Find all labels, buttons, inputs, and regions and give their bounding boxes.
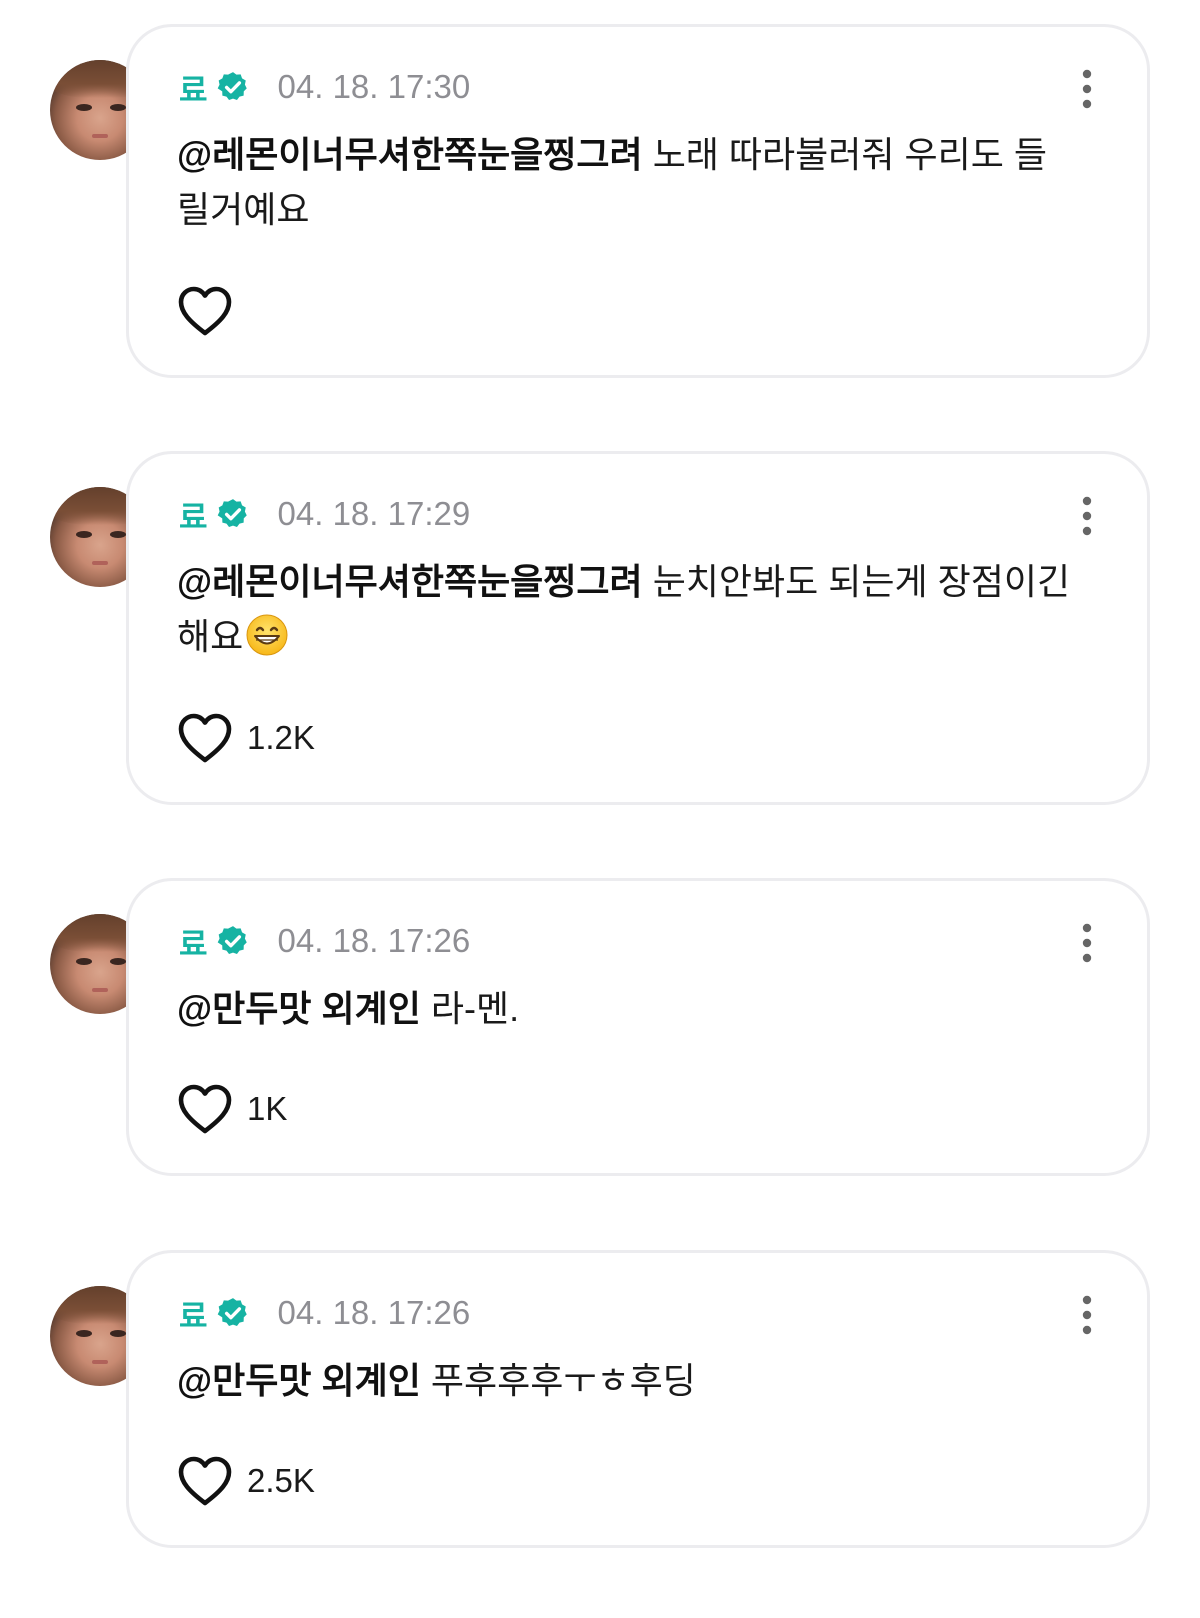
comment-item: 료 04. 18. 17:30 @레몬이너무셔한쪽눈을찡그려 노래 따라불러줘 … [0, 24, 1200, 378]
heart-outline-icon[interactable] [177, 285, 233, 337]
comment-card: 료 04. 18. 17:30 @레몬이너무셔한쪽눈을찡그려 노래 따라불러줘 … [126, 24, 1150, 378]
verified-badge-icon [217, 499, 247, 528]
timestamp: 04. 18. 17:30 [277, 68, 471, 105]
comment-card: 료 04. 18. 17:26 @만두맛 외계인 라-멘. 1K [126, 878, 1150, 1176]
mention-link[interactable]: @만두맛 외계인 [177, 988, 421, 1029]
like-row: 1K [177, 1083, 287, 1135]
comment-text: @레몬이너무셔한쪽눈을찡그려 노래 따라불러줘 우리도 들릴거예요 [177, 127, 1077, 237]
more-vertical-icon[interactable] [1081, 923, 1093, 963]
verified-badge-icon [217, 72, 247, 101]
grinning-face-emoji [246, 614, 288, 656]
heart-outline-icon[interactable] [177, 1083, 233, 1135]
username[interactable]: 료 [179, 1291, 208, 1336]
comment-header: 료 04. 18. 17:26 [179, 915, 470, 967]
like-row: 1.2K [177, 712, 315, 764]
username[interactable]: 료 [179, 65, 208, 110]
mention-link[interactable]: @레몬이너무셔한쪽눈을찡그려 [177, 134, 643, 175]
like-row: 2.5K [177, 1455, 315, 1507]
mention-link[interactable]: @만두맛 외계인 [177, 1360, 421, 1401]
more-vertical-icon[interactable] [1081, 69, 1093, 109]
comment-message: 라-멘. [430, 988, 520, 1029]
timestamp: 04. 18. 17:26 [277, 922, 471, 959]
mention-link[interactable]: @레몬이너무셔한쪽눈을찡그려 [177, 561, 643, 602]
comment-header: 료 04. 18. 17:26 [179, 1287, 470, 1339]
comment-item: 료 04. 18. 17:29 @레몬이너무셔한쪽눈을찡그려 눈치안봐도 되는게… [0, 451, 1200, 805]
comment-text: @만두맛 외계인 푸후후후ㅜㅎ후딩 [177, 1353, 1077, 1408]
like-count: 1.2K [247, 719, 315, 756]
more-vertical-icon[interactable] [1081, 496, 1093, 536]
username[interactable]: 료 [179, 492, 208, 537]
comment-card: 료 04. 18. 17:29 @레몬이너무셔한쪽눈을찡그려 눈치안봐도 되는게… [126, 451, 1150, 805]
username[interactable]: 료 [179, 919, 208, 964]
verified-badge-icon [217, 1298, 247, 1327]
comment-item: 료 04. 18. 17:26 @만두맛 외계인 푸후후후ㅜㅎ후딩 2.5K [0, 1250, 1200, 1548]
timestamp: 04. 18. 17:29 [277, 495, 471, 532]
timestamp: 04. 18. 17:26 [277, 1294, 471, 1331]
comment-text: @레몬이너무셔한쪽눈을찡그려 눈치안봐도 되는게 장점이긴해요 [177, 554, 1077, 664]
comment-header: 료 04. 18. 17:30 [179, 61, 470, 113]
comment-text: @만두맛 외계인 라-멘. [177, 981, 1077, 1036]
heart-outline-icon[interactable] [177, 712, 233, 764]
more-vertical-icon[interactable] [1081, 1295, 1093, 1335]
comment-header: 료 04. 18. 17:29 [179, 488, 470, 540]
comment-item: 료 04. 18. 17:26 @만두맛 외계인 라-멘. 1K [0, 878, 1200, 1176]
verified-badge-icon [217, 926, 247, 955]
like-count: 2.5K [247, 1462, 315, 1499]
like-count: 1K [247, 1090, 288, 1127]
comment-message: 푸후후후ㅜㅎ후딩 [430, 1360, 696, 1401]
heart-outline-icon[interactable] [177, 1455, 233, 1507]
like-row [177, 285, 247, 337]
comment-card: 료 04. 18. 17:26 @만두맛 외계인 푸후후후ㅜㅎ후딩 2.5K [126, 1250, 1150, 1548]
